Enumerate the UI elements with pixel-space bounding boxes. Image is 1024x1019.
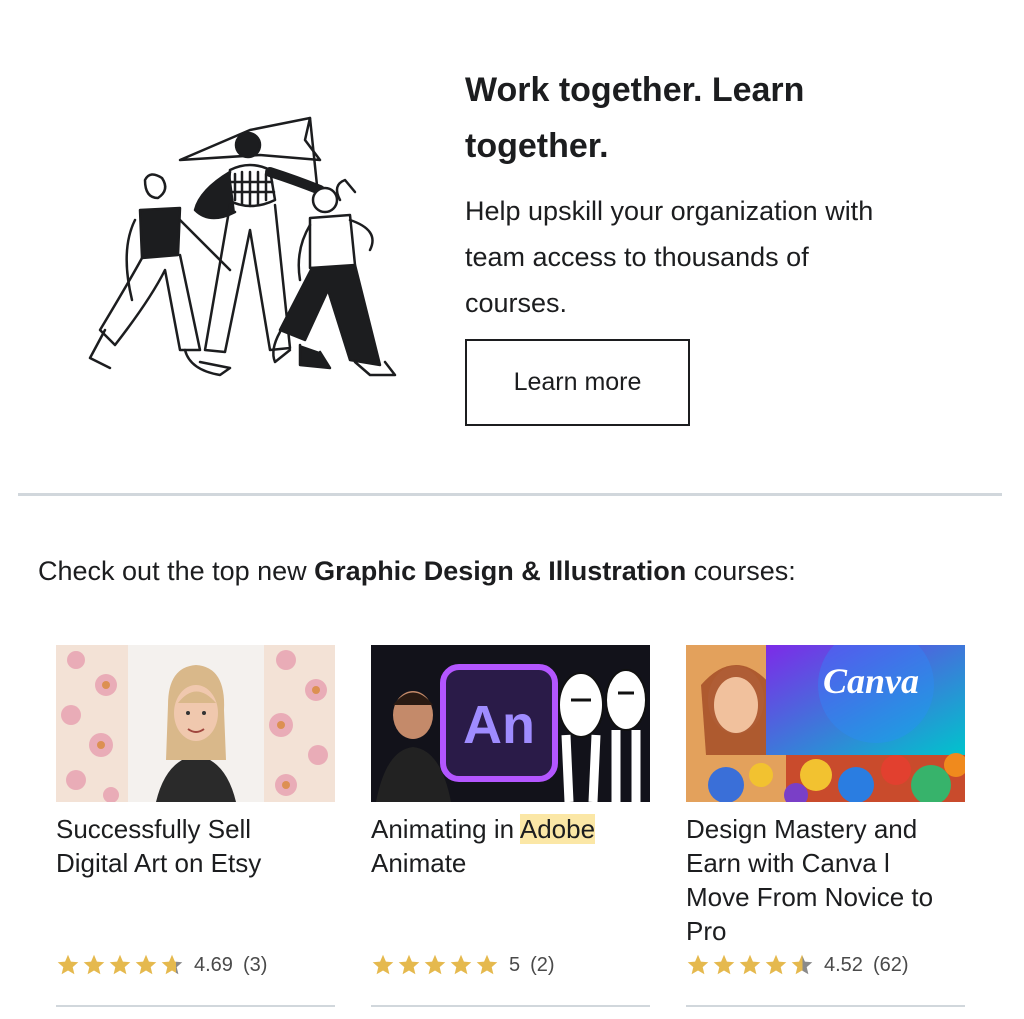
rating-count: (3) [242, 953, 268, 976]
star-icon [687, 954, 709, 975]
card-divider [686, 1005, 965, 1007]
section-heading-category[interactable]: Graphic Design & Illustration [314, 556, 686, 586]
course-thumbnail-image [56, 645, 335, 802]
rating-count: (62) [872, 953, 909, 976]
course-card[interactable]: Successfully Sell Digital Art on Etsy 4.… [56, 645, 335, 1019]
canva-logo-text: Canva [823, 661, 919, 701]
hero-body-line1: Help upskill your organization with [465, 196, 874, 226]
highlighted-term: Adobe [519, 814, 596, 844]
course-thumbnail[interactable]: An [371, 645, 650, 802]
course-thumbnail-image: An [371, 645, 650, 802]
course-card[interactable]: An Animating in Adobe Animate 5 (2) [371, 645, 650, 1019]
rating-stars [686, 953, 814, 977]
rating-stars [371, 953, 499, 977]
hero-description: Help upskill your organization with team… [465, 188, 985, 326]
hero-title-line2: together. [465, 127, 609, 165]
learn-more-button[interactable]: Learn more [465, 339, 690, 426]
star-icon [739, 954, 761, 975]
course-title-line4: Pro [686, 916, 727, 946]
hero-body-line2: team access to thousands of [465, 242, 809, 272]
star-icon [791, 954, 813, 975]
course-title[interactable]: Successfully Sell Digital Art on Etsy [56, 812, 335, 947]
hero-body-line3: courses. [465, 288, 568, 318]
course-thumbnail[interactable]: Canva [686, 645, 965, 802]
star-icon [161, 954, 183, 975]
star-icon [372, 954, 394, 975]
course-thumbnail[interactable] [56, 645, 335, 802]
course-title-line2: Animate [371, 848, 467, 878]
rating-value: 4.69 [194, 953, 233, 976]
star-icon [135, 954, 157, 975]
rating-stars [56, 953, 184, 977]
star-icon [450, 954, 472, 975]
star-icon [109, 954, 131, 975]
course-thumbnail-image: Canva [686, 645, 965, 802]
section-heading: Check out the top new Graphic Design & I… [38, 553, 796, 589]
course-title[interactable]: Animating in Adobe Animate [371, 812, 650, 947]
rating-count: (2) [530, 953, 555, 976]
star-icon [476, 954, 498, 975]
star-icon [83, 954, 105, 975]
card-divider [371, 1005, 650, 1007]
star-icon [765, 954, 787, 975]
course-title[interactable]: Design Mastery and Earn with Canva l Mov… [686, 812, 965, 947]
course-rating: 5 (2) [371, 951, 555, 979]
section-divider [18, 493, 1002, 496]
course-rating: 4.69 (3) [56, 951, 267, 979]
hero-text: Work together. Learn together. Help upsk… [465, 62, 985, 326]
hero-section: Work together. Learn together. Help upsk… [0, 0, 1024, 470]
section-heading-suffix: courses: [686, 556, 796, 586]
course-card[interactable]: Canva Design Mastery and Earn with Canva… [686, 645, 965, 1019]
course-title-prefix: Animating in [371, 814, 520, 844]
course-rating: 4.52 (62) [686, 951, 909, 979]
rating-value: 5 [509, 953, 521, 976]
section-heading-prefix: Check out the top new [38, 556, 315, 586]
team-walking-illustration [88, 116, 397, 377]
star-icon [57, 954, 79, 975]
star-icon [398, 954, 420, 975]
rating-value: 4.52 [824, 953, 863, 976]
star-icon [713, 954, 735, 975]
course-title-line1: Successfully Sell [56, 814, 252, 844]
star-icon [424, 954, 446, 975]
course-title-line2: Digital Art on Etsy [56, 848, 262, 878]
card-divider [56, 1005, 335, 1007]
course-title-line2: Earn with Canva l [686, 848, 890, 878]
course-title-line3: Move From Novice to [686, 882, 934, 912]
hero-title: Work together. Learn together. [465, 62, 985, 174]
animate-logo-text: An [463, 695, 535, 755]
course-title-line1: Design Mastery and [686, 814, 918, 844]
hero-title-line1: Work together. Learn [465, 71, 805, 109]
